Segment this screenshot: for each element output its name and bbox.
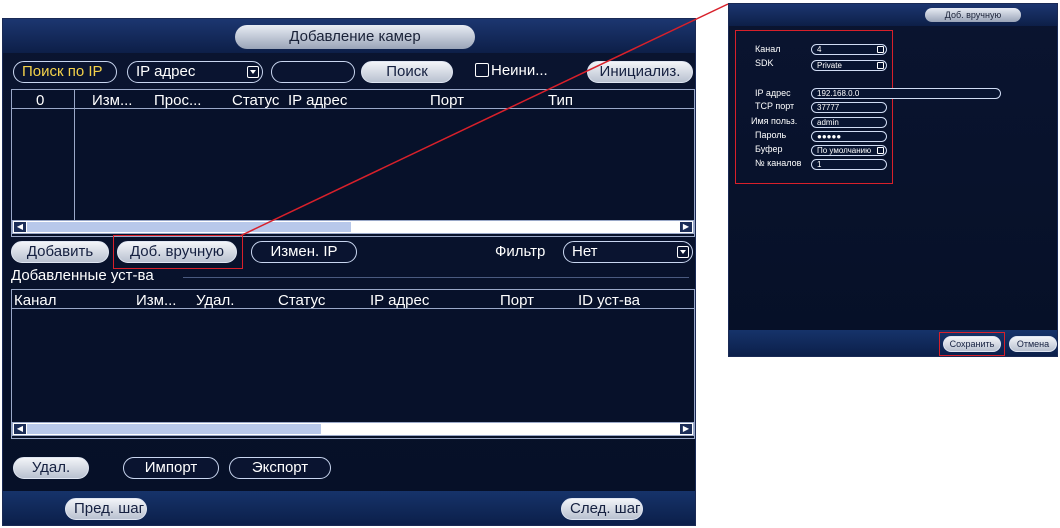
col-status[interactable]: Статус: [232, 92, 279, 109]
found-devices-table: 0 Изм... Прос... Статус IP адрес Порт Ти…: [11, 89, 695, 237]
search-button[interactable]: Поиск: [361, 61, 453, 83]
sdk-label: SDK: [755, 58, 774, 68]
filter-label: Фильтр: [495, 243, 546, 260]
col-port[interactable]: Порт: [430, 92, 464, 109]
password-label: Пароль: [755, 130, 787, 140]
sdk-select[interactable]: Private: [811, 60, 887, 71]
col-device-id[interactable]: ID уст-ва: [578, 292, 640, 309]
search-by-ip-button[interactable]: Поиск по IP: [13, 61, 117, 83]
import-button[interactable]: Импорт: [123, 457, 219, 479]
col-ip[interactable]: IP адрес: [288, 92, 347, 109]
change-ip-button[interactable]: Измен. IP: [251, 241, 357, 263]
chevron-down-icon: [877, 147, 884, 154]
col-status[interactable]: Статус: [278, 292, 325, 309]
channel-label: Канал: [755, 44, 781, 54]
col-type[interactable]: Тип: [548, 92, 573, 109]
export-button[interactable]: Экспорт: [229, 457, 331, 479]
manual-add-dialog: Доб. вручную Канал 4 SDK Private IP адре…: [728, 3, 1058, 357]
search-field[interactable]: [271, 61, 355, 83]
scroll-left-icon[interactable]: ◀: [14, 222, 26, 232]
next-step-button[interactable]: След. шаг: [561, 498, 643, 520]
dialog-footer: Пред. шаг След. шаг: [3, 491, 695, 525]
col-channel[interactable]: Канал: [14, 292, 56, 309]
username-input[interactable]: admin: [811, 117, 887, 128]
col-port[interactable]: Порт: [500, 292, 534, 309]
chevron-down-icon: [247, 66, 259, 78]
add-camera-dialog: Добавление камер Поиск по IP IP адрес По…: [2, 18, 696, 526]
section-divider: [183, 277, 689, 278]
buffer-select[interactable]: По умолчанию: [811, 145, 887, 156]
inset-title: Доб. вручную: [925, 8, 1021, 22]
scroll-right-icon[interactable]: ▶: [680, 222, 692, 232]
column-divider: [74, 90, 75, 220]
scroll-thumb[interactable]: [27, 424, 321, 434]
chevron-down-icon: [877, 46, 884, 53]
buffer-value: По умолчанию: [817, 146, 872, 155]
sdk-value: Private: [817, 61, 842, 70]
manual-add-highlight: [113, 235, 243, 269]
col-edit[interactable]: Изм...: [136, 292, 176, 309]
added-devices-table: Канал Изм... Удал. Статус IP адрес Порт …: [11, 289, 695, 439]
filter-value: Нет: [572, 243, 598, 260]
col-ip[interactable]: IP адрес: [370, 292, 429, 309]
channel-value: 4: [817, 45, 822, 54]
scroll-left-icon[interactable]: ◀: [14, 424, 26, 434]
filter-select[interactable]: Нет: [563, 241, 693, 263]
save-highlight: [939, 332, 1005, 356]
dialog-title-bar: Добавление камер: [3, 19, 695, 53]
add-button[interactable]: Добавить: [11, 241, 109, 263]
horizontal-scrollbar[interactable]: ◀ ▶: [12, 220, 694, 234]
prev-step-button[interactable]: Пред. шаг: [65, 498, 147, 520]
dialog-title: Добавление камер: [235, 25, 475, 49]
inset-title-bar: Доб. вручную: [729, 4, 1057, 26]
chevron-down-icon: [677, 246, 689, 258]
col-edit[interactable]: Изм...: [92, 92, 132, 109]
tcp-port-input[interactable]: 37777: [811, 102, 887, 113]
password-input[interactable]: ●●●●●: [811, 131, 887, 142]
added-devices-label: Добавленные уст-ва: [11, 267, 154, 284]
ip-label: IP адрес: [755, 88, 791, 98]
scroll-thumb[interactable]: [27, 222, 351, 232]
channel-select[interactable]: 4: [811, 44, 887, 55]
tcp-label: TCP порт: [755, 101, 795, 111]
col-index[interactable]: 0: [36, 92, 44, 109]
ip-input[interactable]: 192.168.0.0: [811, 88, 1001, 99]
channels-count-label: № каналов: [755, 158, 802, 168]
username-label: Имя польз.: [751, 116, 798, 126]
search-type-select[interactable]: IP адрес: [127, 61, 263, 83]
cancel-button[interactable]: Отмена: [1009, 336, 1057, 352]
buffer-label: Буфер: [755, 144, 783, 154]
initialize-button[interactable]: Инициализ.: [587, 61, 693, 83]
search-type-value: IP адрес: [136, 63, 196, 80]
channels-count-input[interactable]: 1: [811, 159, 887, 170]
uninit-checkbox[interactable]: [475, 63, 489, 77]
col-delete[interactable]: Удал.: [196, 292, 234, 309]
horizontal-scrollbar[interactable]: ◀ ▶: [12, 422, 694, 436]
inset-footer: Сохранить Отмена: [729, 330, 1057, 356]
chevron-down-icon: [877, 62, 884, 69]
delete-button[interactable]: Удал.: [13, 457, 89, 479]
uninit-label: Неини...: [491, 62, 548, 79]
scroll-right-icon[interactable]: ▶: [680, 424, 692, 434]
col-view[interactable]: Прос...: [154, 92, 201, 109]
